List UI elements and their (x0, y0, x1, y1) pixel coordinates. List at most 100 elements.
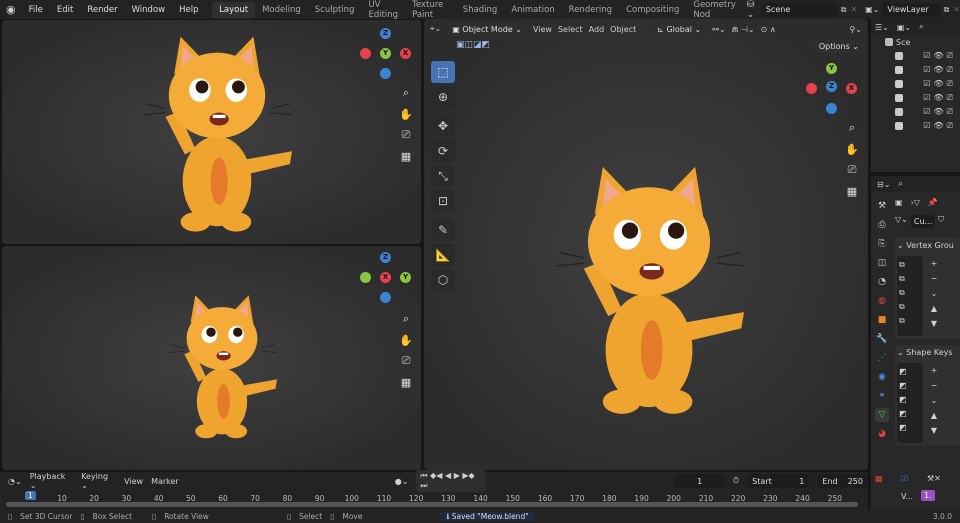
tab-modeling[interactable]: Modeling (255, 2, 308, 18)
menu-render[interactable]: Render (80, 5, 124, 15)
options-button[interactable]: Options ⌄ (813, 40, 864, 53)
filter-icon[interactable]: ▣⌄ (897, 23, 911, 32)
visibility-toggles[interactable]: ☑👁⎚ (923, 107, 956, 117)
perspective-icon[interactable]: ▦ (397, 373, 415, 391)
menu-add[interactable]: Add (589, 25, 605, 34)
blender-logo-icon[interactable]: ◉ (0, 3, 22, 16)
snap-icon[interactable]: ⋒ ⊣⌄ (732, 25, 755, 34)
start-frame-field[interactable]: Start 1 (747, 474, 810, 488)
pan-hand-icon[interactable]: ✋ (397, 105, 415, 123)
output-tab-icon[interactable]: ⎘ (875, 237, 889, 251)
gizmo-z[interactable]: Z (380, 28, 391, 39)
viewport-side[interactable]: Z X Y ⌕ ✋ ⎚ ▦ (2, 246, 421, 470)
outliner-row[interactable]: ☑👁⎚ (871, 105, 960, 119)
gizmo-y[interactable]: Y (826, 63, 837, 74)
visibility-toggles[interactable]: ☑👁⎚ (923, 51, 956, 61)
rotate-tool[interactable]: ⟳ (431, 140, 455, 162)
menu-edit[interactable]: Edit (50, 5, 80, 15)
physics-tab-icon[interactable]: ◉ (875, 370, 889, 384)
particles-tab-icon[interactable]: ⋰ (875, 351, 889, 365)
shape-key-controls[interactable]: + − ⌄ ▲ ▼ (927, 363, 941, 443)
pan-hand-icon[interactable]: ✋ (397, 331, 415, 349)
tab-animation[interactable]: Animation (504, 2, 561, 18)
outliner-row[interactable]: ☑👁⎚ (871, 119, 960, 133)
visibility-toggles[interactable]: ☑👁⎚ (923, 79, 956, 89)
visibility-toggles[interactable]: ☑👁⎚ (923, 93, 956, 103)
navigation-gizmo[interactable]: Z X Y (360, 252, 411, 303)
menu-object[interactable]: Object (610, 25, 636, 34)
pin-icon[interactable]: 📌 (928, 198, 938, 207)
cursor-tool[interactable]: ⊕ (431, 86, 455, 108)
navigation-gizmo[interactable]: Y Z X (806, 63, 857, 114)
menu-help[interactable]: Help (172, 5, 205, 15)
vertex-group-list[interactable]: ⧉ ⧉ ⧉ ⧉ ⧉ (897, 256, 923, 336)
add-cube-tool[interactable]: ⬡ (431, 269, 455, 291)
data-tab-icon[interactable]: ▽ (875, 408, 889, 422)
shape-key-list[interactable]: ◩ ◩ ◩ ◩ ◩ (897, 363, 923, 443)
gizmo-y[interactable]: Y (380, 48, 391, 59)
orientation-dropdown[interactable]: ⊾ Global ⌄ (652, 22, 707, 36)
measure-tool[interactable]: 📐 (431, 244, 455, 266)
material-tab-icon[interactable]: ◕ (875, 427, 889, 441)
gizmo-x[interactable]: X (846, 83, 857, 94)
gizmo-neg-z[interactable] (826, 103, 837, 114)
outliner-row[interactable]: ☑👁⎚ (871, 77, 960, 91)
transform-tool[interactable]: ⊡ (431, 190, 455, 212)
mesh-name[interactable]: Cu... (910, 215, 936, 228)
menu-view[interactable]: View (533, 25, 552, 34)
camera-icon[interactable]: ⎚ (397, 126, 415, 144)
outliner-row[interactable]: ☑👁⎚ (871, 63, 960, 77)
tab-layout[interactable]: Layout (212, 1, 256, 18)
menu-marker[interactable]: Marker (151, 477, 179, 486)
camera-icon[interactable]: ⎚ (397, 352, 415, 370)
menu-playback[interactable]: Playback ⌄ (30, 472, 73, 490)
gizmo-x[interactable]: X (380, 272, 391, 283)
modifier-tab-icon[interactable]: 🔧 (875, 332, 889, 346)
menu-keying[interactable]: Keying ⌄ (81, 472, 116, 490)
navigation-gizmo[interactable]: Z Y X (360, 28, 411, 79)
visibility-toggles[interactable]: ☑👁⎚ (923, 121, 956, 131)
zoom-icon[interactable]: ⌕ (397, 84, 415, 102)
camera-icon[interactable]: ⎚ (843, 161, 861, 179)
mode-dropdown[interactable]: ▣ Object Mode ⌄ (447, 22, 527, 36)
outliner-scene-row[interactable]: Sce (871, 35, 960, 49)
vertex-groups-panel[interactable]: ⌄ Vertex Grou ⧉ ⧉ ⧉ ⧉ ⧉ + − ⌄ ▲ ▼ (895, 238, 960, 339)
world-tab-icon[interactable]: ◍ (875, 294, 889, 308)
outliner-row[interactable]: ☑👁⎚ (871, 49, 960, 63)
editor-type-icon[interactable]: ◔⌄ (8, 477, 22, 486)
pivot-icon[interactable]: ⚯⌄ (712, 25, 725, 34)
current-frame-field[interactable]: 1 (674, 474, 725, 488)
gizmo-neg-x[interactable] (806, 83, 817, 94)
display-mode-icon[interactable]: ☰⌄ (875, 23, 889, 32)
scene-field[interactable]: Scene (760, 2, 838, 17)
editor-type-icon[interactable]: ⊟⌄ (877, 180, 890, 189)
scene-tab-icon[interactable]: ◔ (875, 275, 889, 289)
viewport-front[interactable]: Z Y X ⌕ ✋ ⎚ ▦ (2, 20, 421, 244)
grid-icon[interactable]: ▦ (397, 147, 415, 165)
viewport-main[interactable]: ⌖⌄ ▣ Object Mode ⌄ View Select Add Objec… (424, 19, 868, 470)
gizmo-neg-z[interactable] (380, 292, 391, 303)
outliner-row[interactable]: ☑👁⎚ (871, 91, 960, 105)
zoom-icon[interactable]: ⌕ (843, 119, 861, 137)
vertex-group-controls[interactable]: + − ⌄ ▲ ▼ (927, 256, 941, 336)
shape-keys-panel[interactable]: ⌄ Shape Keys ◩ ◩ ◩ ◩ ◩ + − ⌄ ▲ ▼ (895, 345, 960, 446)
copy-scene-icon[interactable]: ⧉ (841, 5, 847, 15)
menu-select[interactable]: Select (558, 25, 583, 34)
annotate-tool[interactable]: ✎ (431, 219, 455, 241)
tab-shading[interactable]: Shading (456, 2, 505, 18)
view-layer-field[interactable]: ViewLayer (882, 2, 941, 17)
editor-type-icon[interactable]: ⌖⌄ (430, 24, 441, 34)
end-frame-field[interactable]: End 250 (817, 474, 868, 488)
copy-view-layer-icon[interactable]: ⧉ (944, 5, 950, 15)
visibility-icon[interactable]: ⚲⌄ (849, 25, 862, 34)
gizmo-neg-y[interactable] (360, 272, 371, 283)
view-layer-tab-icon[interactable]: ◫ (875, 256, 889, 270)
close-view-layer-icon[interactable]: ✕ (953, 5, 960, 14)
mesh-data-selector[interactable]: ▽⌄ Cu... ⛉ (895, 215, 960, 228)
object-tab-icon[interactable]: ■ (875, 313, 889, 327)
search-icon[interactable]: ⌕ (898, 179, 902, 189)
view-layer-icon[interactable]: ▣⌄ (865, 5, 879, 14)
constraints-tab-icon[interactable]: ⚭ (875, 389, 889, 403)
search-icon[interactable]: ⌕ (919, 22, 923, 32)
zoom-icon[interactable]: ⌕ (397, 310, 415, 328)
